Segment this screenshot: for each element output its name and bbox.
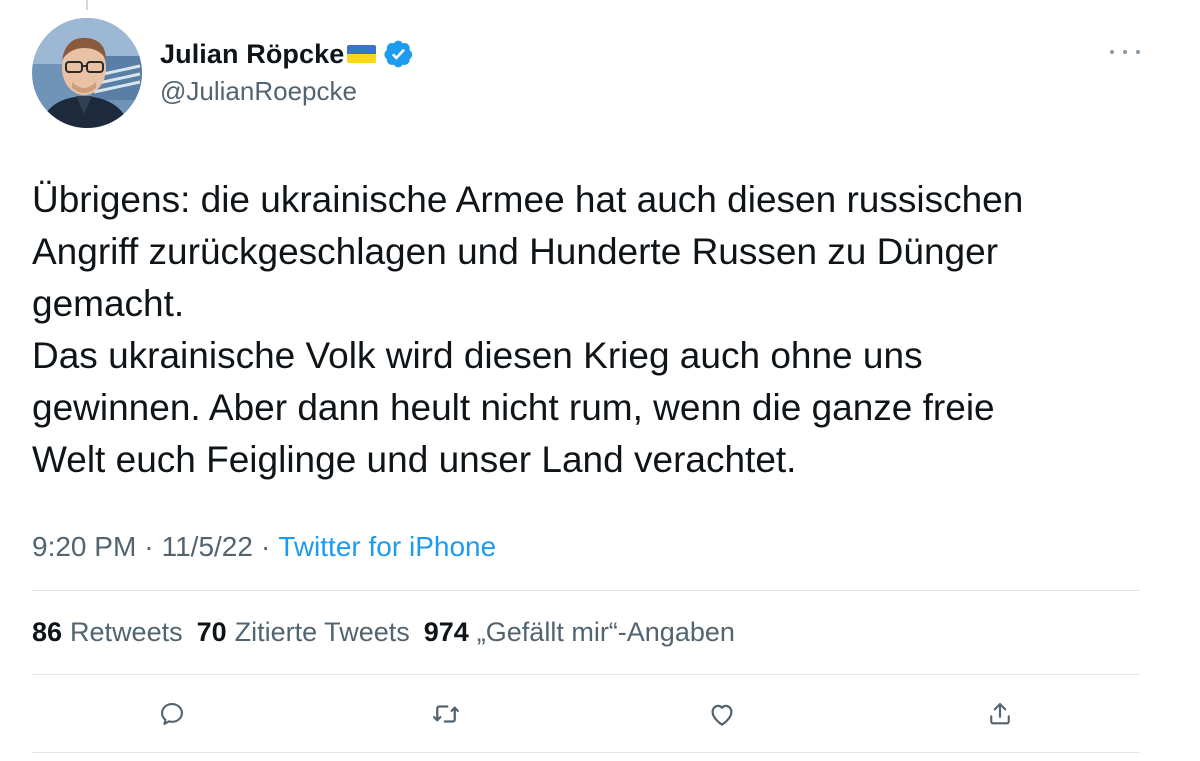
retweets-label: Retweets xyxy=(70,616,183,647)
author-handle[interactable]: @JulianRoepcke xyxy=(160,76,414,107)
display-name[interactable]: Julian Röpcke xyxy=(160,39,344,70)
reply-icon[interactable] xyxy=(156,698,188,730)
thread-connector-line xyxy=(86,0,88,10)
more-dot xyxy=(1110,50,1114,54)
meta-separator: · xyxy=(144,531,154,562)
divider xyxy=(32,752,1140,753)
action-bar xyxy=(32,690,1140,738)
likes-label: „Gefällt mir“-Angaben xyxy=(476,616,735,647)
tweet-text: Übrigens: die ukrainische Armee hat auch… xyxy=(32,179,1024,480)
retweet-icon[interactable] xyxy=(430,698,462,730)
likes-count: 974 xyxy=(423,616,469,647)
avatar[interactable] xyxy=(32,18,142,128)
author-block: Julian Röpcke @JulianRoepcke xyxy=(160,36,414,107)
tweet-source-link[interactable]: Twitter for iPhone xyxy=(278,531,496,563)
quotes-count: 70 xyxy=(196,616,227,647)
tweet-date[interactable]: 11/5/22 xyxy=(162,531,253,563)
more-dot xyxy=(1123,50,1127,54)
more-options-icon[interactable] xyxy=(1110,40,1140,64)
tweet-meta: 9:20 PM · 11/5/22 · Twitter for iPhone xyxy=(32,527,496,567)
share-icon[interactable] xyxy=(984,698,1016,730)
engagement-stats: 86 Retweets 70 Zitierte Tweets 974 „Gefä… xyxy=(32,612,749,652)
quotes-stat[interactable]: 70 Zitierte Tweets xyxy=(197,617,410,648)
tweet-header: Julian Röpcke @JulianRoepcke xyxy=(32,18,1140,128)
divider xyxy=(32,674,1140,675)
display-name-row: Julian Röpcke xyxy=(160,36,414,72)
quotes-label: Zitierte Tweets xyxy=(234,616,410,647)
retweets-count: 86 xyxy=(32,616,63,647)
divider xyxy=(32,590,1140,591)
meta-separator: · xyxy=(260,531,271,562)
like-icon[interactable] xyxy=(706,698,738,730)
retweets-stat[interactable]: 86 Retweets xyxy=(32,617,183,648)
likes-stat[interactable]: 974 „Gefällt mir“-Angaben xyxy=(424,617,735,648)
verified-badge-icon xyxy=(384,39,414,69)
more-dot xyxy=(1136,50,1140,54)
ukraine-flag-icon xyxy=(347,45,377,63)
tweet-time[interactable]: 9:20 PM xyxy=(32,531,136,563)
